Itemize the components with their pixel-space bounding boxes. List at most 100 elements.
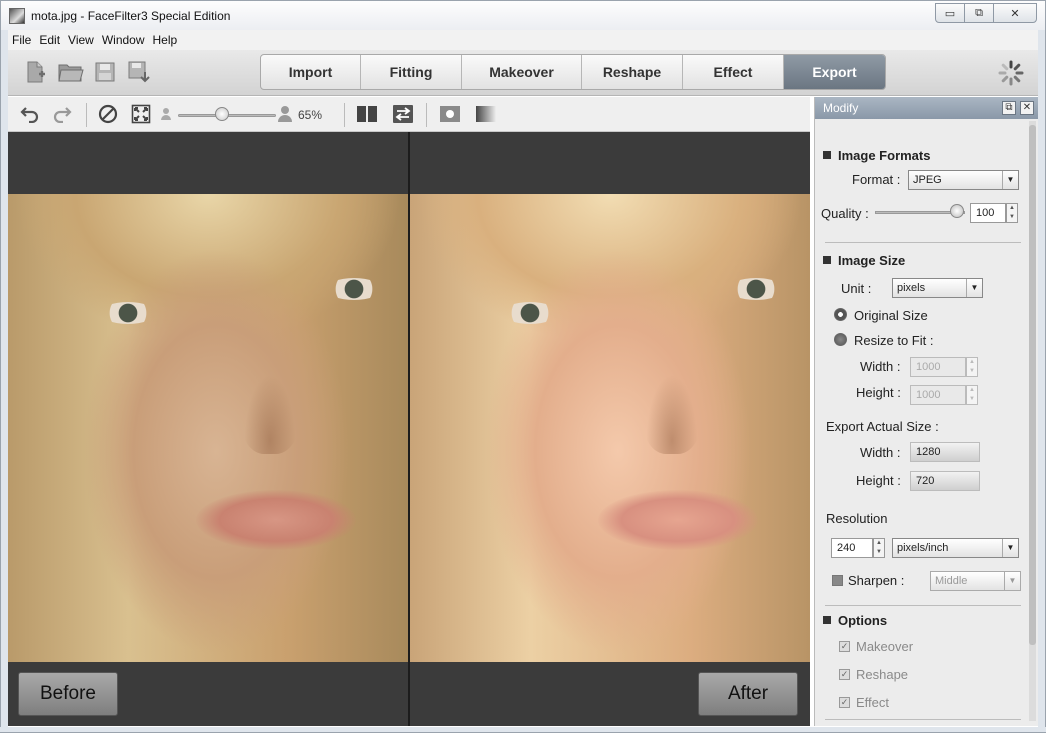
menu-bar: File Edit View Window Help xyxy=(8,30,1038,50)
actual-height-label: Height : xyxy=(856,473,901,488)
option-makeover-checkbox[interactable]: ✓ xyxy=(839,641,850,652)
menu-help[interactable]: Help xyxy=(153,33,178,47)
chevron-down-icon: ▼ xyxy=(1004,572,1020,590)
panel-header: Modify ⧉ ✕ xyxy=(815,97,1038,119)
toolbar-separator xyxy=(426,103,427,127)
tab-fitting[interactable]: Fitting xyxy=(361,55,462,89)
fit-height-spinner[interactable]: ▲ ▼ xyxy=(966,385,978,405)
quality-spinner[interactable]: ▲ ▼ xyxy=(1006,203,1018,223)
after-button[interactable]: After xyxy=(698,672,798,716)
menu-window[interactable]: Window xyxy=(102,33,145,47)
panel-float-icon[interactable]: ⧉ xyxy=(1002,101,1016,115)
image-size-heading: Image Size xyxy=(823,253,905,268)
comparison-divider[interactable] xyxy=(408,132,410,726)
split-view-icon[interactable] xyxy=(355,103,379,125)
after-lips xyxy=(598,490,758,550)
sharpen-label: Sharpen : xyxy=(848,573,905,588)
reset-icon[interactable] xyxy=(96,103,120,125)
open-folder-icon[interactable] xyxy=(58,60,84,84)
options-heading: Options xyxy=(823,613,887,628)
app-icon xyxy=(9,8,25,24)
modify-panel: Modify ⧉ ✕ Image Formats Format : JPEG ▼… xyxy=(814,97,1038,726)
zoom-out-person-icon xyxy=(158,103,174,125)
actual-height-value: 720 xyxy=(910,471,980,491)
original-size-radio[interactable] xyxy=(834,308,847,321)
undo-icon[interactable] xyxy=(18,103,42,125)
section-divider xyxy=(825,719,1021,720)
save-as-icon[interactable] xyxy=(126,60,152,84)
menu-file[interactable]: File xyxy=(12,33,31,47)
swap-view-icon[interactable] xyxy=(391,103,415,125)
zoom-slider-handle[interactable] xyxy=(215,107,230,121)
sharpen-level-value: Middle xyxy=(935,575,968,587)
fit-height-input[interactable]: 1000 xyxy=(910,385,966,405)
preview-area: Before After xyxy=(8,132,810,726)
before-button[interactable]: Before xyxy=(18,672,118,716)
save-icon[interactable] xyxy=(92,60,118,84)
panel-close-icon[interactable]: ✕ xyxy=(1020,101,1034,115)
menu-edit[interactable]: Edit xyxy=(39,33,60,47)
fit-height-label: Height : xyxy=(856,385,901,400)
section-divider xyxy=(825,605,1021,606)
option-reshape-checkbox[interactable]: ✓ xyxy=(839,669,850,680)
resize-to-fit-label: Resize to Fit : xyxy=(854,333,934,348)
before-image xyxy=(8,194,408,662)
actual-width-label: Width : xyxy=(860,445,901,460)
section-divider xyxy=(825,242,1021,243)
before-right-eye xyxy=(326,278,382,300)
after-image xyxy=(410,194,810,662)
unit-select[interactable]: pixels ▼ xyxy=(892,278,983,298)
minimize-button[interactable]: ▭ xyxy=(935,3,965,23)
quality-input[interactable]: 100 xyxy=(970,203,1006,223)
after-right-eye xyxy=(728,278,784,300)
toolbar-separator xyxy=(86,103,87,127)
new-file-icon[interactable] xyxy=(22,60,48,84)
format-select[interactable]: JPEG ▼ xyxy=(908,170,1019,190)
redo-icon[interactable] xyxy=(50,103,74,125)
panel-scrollbar[interactable] xyxy=(1029,121,1036,721)
resolution-spinner[interactable]: ▲ ▼ xyxy=(873,538,885,558)
format-label: Format : xyxy=(852,172,901,187)
panel-title: Modify xyxy=(823,101,859,115)
sharpen-level-select[interactable]: Middle ▼ xyxy=(930,571,1021,591)
chevron-down-icon: ▼ xyxy=(1002,539,1018,557)
option-effect-checkbox[interactable]: ✓ xyxy=(839,697,850,708)
fit-to-window-icon[interactable] xyxy=(129,103,153,125)
window-controls: ▭ ⧉ ✕ xyxy=(935,3,1037,23)
resolution-unit-select[interactable]: pixels/inch ▼ xyxy=(892,538,1019,558)
zoom-level: 65% xyxy=(298,108,323,122)
window-frame-bottom xyxy=(0,727,1046,733)
close-button[interactable]: ✕ xyxy=(993,3,1037,23)
toolbar-separator xyxy=(344,103,345,127)
before-left-eye xyxy=(100,302,156,324)
resolution-input[interactable]: 240 xyxy=(831,538,873,558)
actual-width-value: 1280 xyxy=(910,442,980,462)
chevron-down-icon: ▼ xyxy=(966,279,982,297)
quality-slider-handle[interactable] xyxy=(950,204,964,218)
mask-view-icon[interactable] xyxy=(438,103,462,125)
tab-export[interactable]: Export xyxy=(784,55,885,89)
quality-label: Quality : xyxy=(821,206,869,221)
main-toolbar: Import Fitting Makeover Reshape Effect E… xyxy=(8,50,1038,96)
resize-to-fit-radio[interactable] xyxy=(834,333,847,346)
gradient-view-icon[interactable] xyxy=(474,103,498,125)
resolution-label: Resolution xyxy=(826,511,888,526)
restore-button[interactable]: ⧉ xyxy=(964,3,994,23)
after-left-eye xyxy=(502,302,558,324)
fit-width-spinner[interactable]: ▲ ▼ xyxy=(966,357,978,377)
unit-value: pixels xyxy=(897,282,926,294)
original-size-label: Original Size xyxy=(854,308,928,323)
scrollbar-thumb[interactable] xyxy=(1029,125,1036,645)
tab-effect[interactable]: Effect xyxy=(683,55,784,89)
fit-width-input[interactable]: 1000 xyxy=(910,357,966,377)
tab-makeover[interactable]: Makeover xyxy=(462,55,582,89)
option-reshape-label: Reshape xyxy=(856,667,909,682)
tab-import[interactable]: Import xyxy=(261,55,361,89)
menu-view[interactable]: View xyxy=(68,33,94,47)
sharpen-checkbox[interactable] xyxy=(832,575,843,586)
zoom-in-person-icon xyxy=(276,103,294,125)
unit-label: Unit : xyxy=(841,281,872,296)
loading-spinner-icon xyxy=(998,60,1024,86)
tab-reshape[interactable]: Reshape xyxy=(582,55,683,89)
after-nose xyxy=(642,364,702,454)
